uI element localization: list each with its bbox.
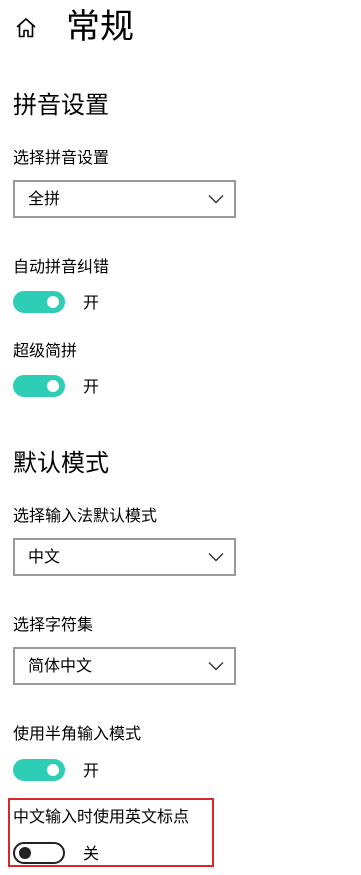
pinyin-mode-dropdown[interactable]: 全拼: [13, 180, 236, 218]
english-punct-label: 中文输入时使用英文标点: [13, 807, 190, 826]
charset-value: 简体中文: [28, 656, 93, 675]
toggle-knob: [19, 847, 31, 859]
auto-correct-state: 开: [83, 293, 100, 312]
auto-correct-label: 自动拼音纠错: [13, 257, 110, 276]
section-title-default-mode: 默认模式: [13, 449, 109, 477]
home-icon[interactable]: [12, 14, 40, 42]
super-jianpin-toggle[interactable]: [13, 375, 65, 397]
section-title-pinyin: 拼音设置: [13, 91, 109, 119]
super-jianpin-label: 超级简拼: [13, 341, 78, 360]
pinyin-mode-value: 全拼: [28, 189, 61, 208]
input-mode-value: 中文: [28, 547, 61, 566]
half-width-state: 开: [83, 761, 100, 780]
page-title: 常规: [66, 7, 134, 47]
input-mode-dropdown[interactable]: 中文: [13, 538, 236, 576]
english-punct-toggle[interactable]: [13, 842, 65, 864]
toggle-knob: [47, 764, 59, 776]
pinyin-mode-label: 选择拼音设置: [13, 148, 110, 167]
super-jianpin-state: 开: [83, 377, 100, 396]
chevron-down-icon: [208, 662, 224, 671]
half-width-label: 使用半角输入模式: [13, 724, 142, 743]
input-mode-label: 选择输入法默认模式: [13, 506, 158, 525]
english-punct-state: 关: [83, 844, 100, 863]
half-width-toggle[interactable]: [13, 759, 65, 781]
charset-dropdown[interactable]: 简体中文: [13, 647, 236, 685]
charset-label: 选择字符集: [13, 615, 94, 634]
auto-correct-toggle[interactable]: [13, 291, 65, 313]
chevron-down-icon: [208, 553, 224, 562]
chevron-down-icon: [208, 195, 224, 204]
toggle-knob: [47, 380, 59, 392]
toggle-knob: [47, 296, 59, 308]
